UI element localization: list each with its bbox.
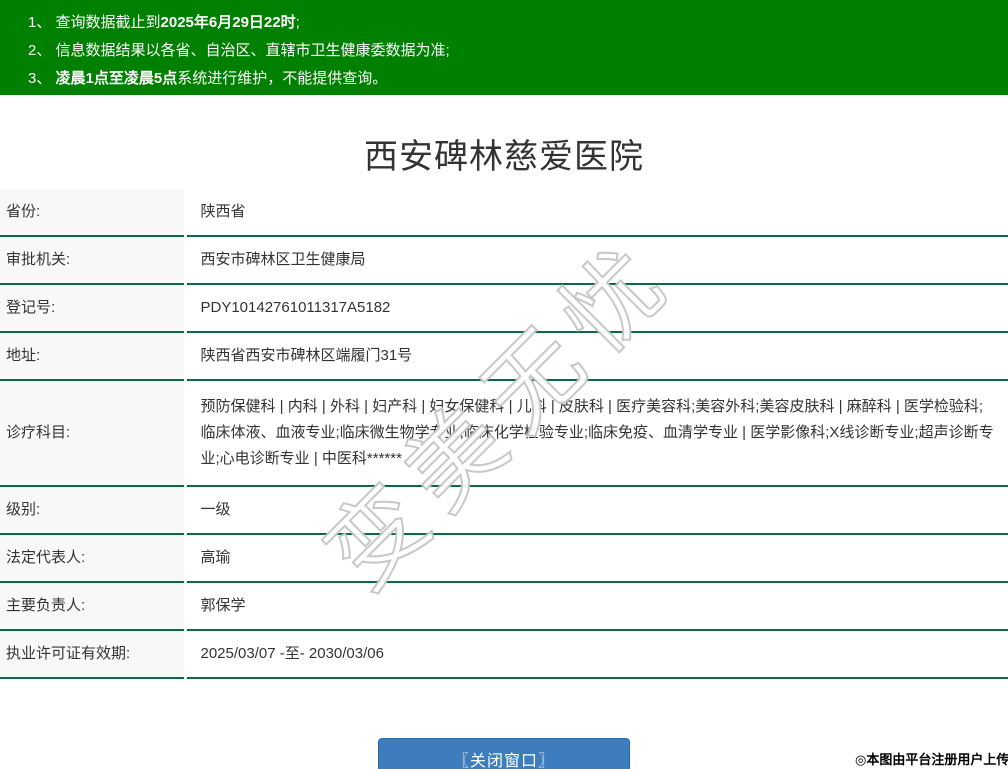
notice-item-3: 3、 凌晨1点至凌晨5点系统进行维护，不能提供查询。 — [28, 65, 998, 93]
table-row-legal-representative: 法定代表人: 高瑜 — [0, 534, 1008, 582]
close-window-button[interactable]: 〖关闭窗口〗 — [378, 738, 630, 769]
notice-text: 2、 信息数据结果以各省、自治区、直辖市卫生健康委数据为准; — [28, 42, 450, 59]
row-value: 预防保健科 | 内科 | 外科 | 妇产科 | 妇女保健科 | 儿科 | 皮肤科… — [200, 398, 994, 467]
row-value: 2025/03/07 -至- 2030/03/06 — [200, 645, 384, 662]
notice-bar: 1、 查询数据截止到2025年6月29日22时; 2、 信息数据结果以各省、自治… — [0, 0, 1008, 95]
row-label: 诊疗科目: — [0, 380, 187, 486]
row-label: 省份: — [0, 189, 187, 236]
row-label: 审批机关: — [0, 236, 187, 284]
notice-text-bold: 凌晨1点至凌晨5点 — [55, 70, 178, 87]
row-value: 一级 — [200, 501, 231, 518]
corner-watermark-text: ◎本图由平台注册用户上传( — [855, 752, 1008, 767]
row-value: 陕西省西安市碑林区端履门31号 — [200, 347, 413, 364]
page-title: 西安碑林慈爱医院 — [364, 138, 644, 176]
row-label: 法定代表人: — [0, 534, 187, 582]
notice-item-2: 2、 信息数据结果以各省、自治区、直辖市卫生健康委数据为准; — [28, 37, 998, 65]
row-label: 执业许可证有效期: — [0, 630, 187, 678]
row-value: 陕西省 — [200, 203, 246, 220]
row-value: 高瑜 — [200, 549, 231, 566]
row-value: 郭保学 — [200, 597, 246, 614]
hospital-info-page: 1、 查询数据截止到2025年6月29日22时; 2、 信息数据结果以各省、自治… — [0, 0, 1008, 769]
table-row-registration-number: 登记号: PDY10142761011317A5182 — [0, 284, 1008, 332]
table-row-approval-authority: 审批机关: 西安市碑林区卫生健康局 — [0, 236, 1008, 284]
notice-text: 系统进行维护，不能提供查询。 — [177, 70, 388, 87]
table-row-medical-departments: 诊疗科目: 预防保健科 | 内科 | 外科 | 妇产科 | 妇女保健科 | 儿科… — [0, 380, 1008, 486]
table-row-address: 地址: 陕西省西安市碑林区端履门31号 — [0, 332, 1008, 380]
notice-text-bold: 2025年6月29日22时 — [160, 14, 296, 31]
notice-text: 3、 — [28, 70, 56, 87]
table-row-province: 省份: 陕西省 — [0, 189, 1008, 236]
table-row-license-validity: 执业许可证有效期: 2025/03/07 -至- 2030/03/06 — [0, 630, 1008, 678]
row-label: 级别: — [0, 486, 187, 534]
table-row-level: 级别: 一级 — [0, 486, 1008, 534]
row-value: PDY10142761011317A5182 — [200, 299, 391, 316]
notice-text: ; — [295, 14, 300, 31]
row-value: 西安市碑林区卫生健康局 — [200, 251, 366, 268]
hospital-info-table: 省份: 陕西省 审批机关: 西安市碑林区卫生健康局 登记号: PDY101427… — [0, 189, 1008, 679]
table-row-main-person-in-charge: 主要负责人: 郭保学 — [0, 582, 1008, 630]
notice-text: 1、 查询数据截止到 — [28, 14, 161, 31]
row-label: 登记号: — [0, 284, 187, 332]
notice-list: 1、 查询数据截止到2025年6月29日22时; 2、 信息数据结果以各省、自治… — [28, 9, 998, 93]
row-label: 主要负责人: — [0, 582, 187, 630]
row-label: 地址: — [0, 332, 187, 380]
notice-item-1: 1、 查询数据截止到2025年6月29日22时; — [28, 9, 998, 37]
